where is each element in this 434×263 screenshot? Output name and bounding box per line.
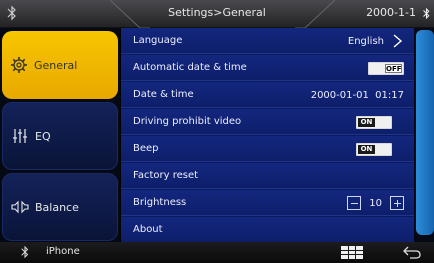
setting-label: Beep (133, 143, 159, 154)
gear-icon (11, 57, 27, 73)
tab-general[interactable]: General (2, 31, 118, 99)
top-status-bar: Settings>General 2000-1-1 (0, 0, 434, 28)
beep-toggle[interactable]: ON (356, 142, 392, 156)
setting-datetime[interactable]: Date & time 2000-01-01 01:17 (121, 82, 414, 108)
back-icon[interactable] (402, 245, 422, 260)
setting-label: Driving prohibit video (133, 116, 242, 127)
toggle-state: ON (358, 144, 375, 154)
tab-eq[interactable]: EQ (2, 102, 118, 170)
tab-general-label: General (34, 58, 78, 72)
tab-eq-label: EQ (35, 129, 51, 143)
settings-category-nav: General EQ Balance (0, 28, 120, 242)
setting-about[interactable]: About (121, 217, 414, 242)
setting-driving-prohibit-video: Driving prohibit video ON (121, 109, 414, 135)
setting-label: About (133, 224, 163, 235)
setting-label: Language (133, 35, 183, 46)
setting-brightness: Brightness 10 (121, 190, 414, 216)
setting-auto-datetime: Automatic date & time OFF (121, 55, 414, 81)
setting-label: Factory reset (133, 170, 199, 181)
brightness-value: 10 (369, 197, 382, 209)
setting-beep: Beep ON (121, 136, 414, 162)
bluetooth-icon (21, 245, 29, 259)
setting-language[interactable]: Language English (121, 28, 414, 54)
scroll-thumb[interactable] (416, 30, 434, 235)
language-value: English (347, 35, 384, 47)
settings-list: Language English Automatic date & time O… (121, 28, 414, 242)
apps-grid-icon[interactable] (341, 246, 363, 259)
driving-prohibit-video-toggle[interactable]: ON (356, 115, 392, 129)
connected-device-name: iPhone (46, 246, 80, 257)
toggle-state: OFF (385, 63, 402, 73)
setting-label: Brightness (133, 197, 187, 208)
equalizer-icon (13, 129, 27, 143)
tab-balance-label: Balance (35, 200, 79, 214)
bluetooth-icon (423, 7, 430, 20)
setting-label: Date & time (133, 89, 194, 100)
brightness-increase-button[interactable] (390, 196, 404, 210)
speaker-balance-icon (11, 200, 29, 214)
setting-factory-reset[interactable]: Factory reset (121, 163, 414, 189)
setting-label: Automatic date & time (133, 62, 247, 73)
scroll-track (414, 28, 434, 242)
tab-balance[interactable]: Balance (2, 173, 118, 241)
bottom-bar: iPhone (0, 242, 434, 263)
brightness-decrease-button[interactable] (347, 196, 362, 210)
status-date: 2000-1-1 (366, 6, 416, 19)
auto-datetime-toggle[interactable]: OFF (368, 61, 404, 75)
datetime-value: 2000-01-01 01:17 (310, 89, 404, 101)
chevron-right-icon (393, 34, 403, 48)
toggle-state: ON (358, 117, 375, 127)
